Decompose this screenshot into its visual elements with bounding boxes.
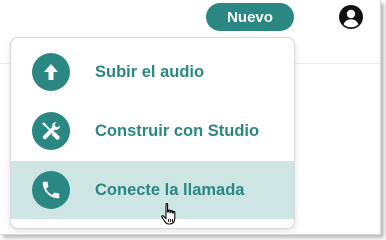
menu-item-label: Construir con Studio: [95, 121, 260, 140]
tools-icon: [32, 112, 70, 150]
new-button[interactable]: Nuevo: [206, 3, 294, 31]
account-circle-icon[interactable]: [338, 4, 364, 30]
top-bar: [0, 0, 380, 34]
phone-icon: [32, 171, 70, 209]
menu-item-upload-audio[interactable]: Subir el audio: [11, 43, 294, 101]
menu-item-connect-call[interactable]: Conecte la llamada: [11, 161, 294, 219]
hand-pointer-icon: [161, 202, 176, 225]
menu-item-build-with-studio[interactable]: Construir con Studio: [11, 102, 294, 160]
screenshot-frame: Nuevo Subir el audio Construir con Studi…: [0, 0, 381, 235]
upload-arrow-icon: [32, 53, 70, 91]
menu-item-label: Subir el audio: [95, 62, 205, 81]
new-dropdown-menu: Subir el audio Construir con Studio Cone…: [10, 37, 295, 229]
menu-item-label: Conecte la llamada: [95, 180, 245, 199]
